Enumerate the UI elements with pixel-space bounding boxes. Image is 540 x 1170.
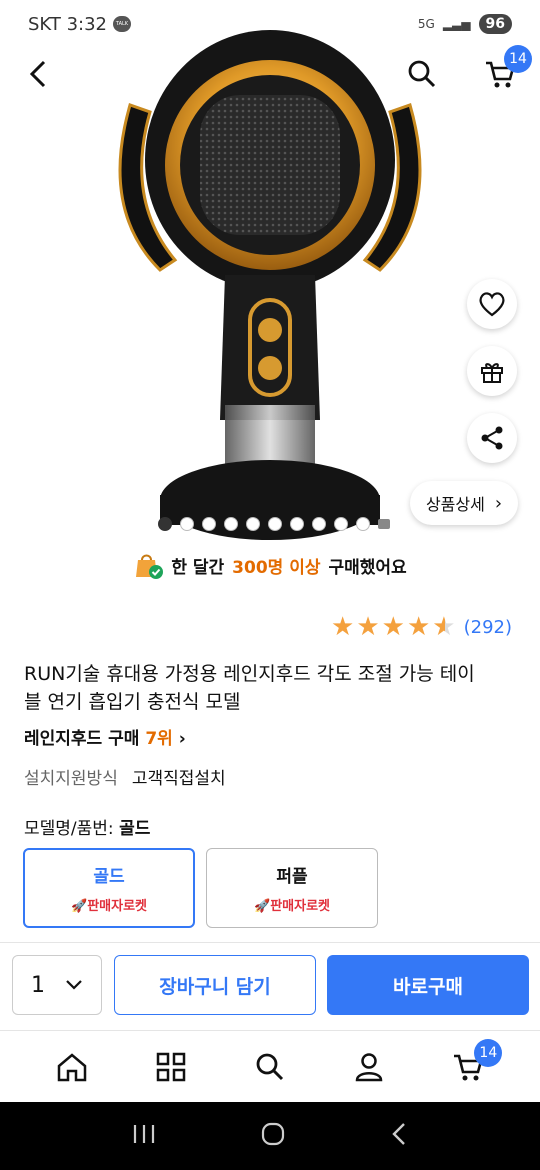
- carousel-dot[interactable]: [290, 517, 304, 531]
- product-detail-button[interactable]: 상품상세 ›: [410, 481, 518, 525]
- product-page: 상품상세 › SKT 3:32 TALK 5G ▂▃▅ 96 14 한 달간 3…: [0, 0, 540, 1170]
- add-to-cart-button[interactable]: 장바구니 담기: [114, 955, 316, 1015]
- carrier-label: SKT: [28, 13, 61, 35]
- rocket-badge: 🚀판매자로켓: [71, 899, 147, 914]
- recent-apps-icon: [133, 1125, 155, 1143]
- half-star-icon: ★: [432, 612, 456, 642]
- carousel-dot[interactable]: [224, 517, 238, 531]
- carousel-dot[interactable]: [180, 517, 194, 531]
- shopping-bag-icon: [136, 554, 164, 579]
- carousel-dot[interactable]: [202, 517, 216, 531]
- grid-icon: [156, 1052, 186, 1081]
- home-circle-icon: [261, 1122, 285, 1146]
- product-title: RUN기술 휴대용 가정용 레인지후드 각도 조절 가능 테이블 연기 흡입기 …: [24, 663, 475, 713]
- review-count[interactable]: (292): [464, 617, 512, 638]
- back-system-button[interactable]: [390, 1121, 408, 1151]
- back-arrow-icon: [29, 60, 46, 88]
- user-icon: [355, 1052, 383, 1081]
- nav-search[interactable]: [246, 1043, 294, 1091]
- quantity-select[interactable]: 1: [12, 955, 102, 1015]
- quantity-value: 1: [31, 972, 45, 998]
- cart-count-badge: 14: [474, 1038, 503, 1067]
- carousel-dot[interactable]: [268, 517, 282, 531]
- cart-button[interactable]: 14: [476, 45, 532, 98]
- recent-apps-button[interactable]: [132, 1123, 156, 1149]
- nav-cart[interactable]: 14: [444, 1038, 503, 1091]
- product-image: [118, 30, 422, 540]
- rating-summary[interactable]: ★ ★ ★ ★ ★ (292): [331, 614, 512, 640]
- back-button[interactable]: [14, 50, 62, 98]
- option-gold[interactable]: 골드 🚀판매자로켓: [23, 848, 195, 928]
- carousel-indicator: [158, 517, 390, 531]
- nav-my-account[interactable]: [345, 1043, 393, 1091]
- rank-prefix: 레인지후드 구매: [24, 729, 140, 749]
- chevron-right-icon: ›: [494, 492, 503, 514]
- purchase-suffix: 구매했어요: [328, 557, 407, 578]
- carousel-dot[interactable]: [334, 517, 348, 531]
- buy-now-button[interactable]: 바로구매: [327, 955, 529, 1015]
- install-info: 설치지원방식 고객직접설치: [24, 764, 226, 789]
- nav-categories[interactable]: [147, 1043, 195, 1091]
- star-icon: ★: [381, 612, 405, 642]
- install-key: 설치지원방식: [24, 769, 118, 789]
- model-info: 모델명/품번: 골드: [24, 814, 150, 839]
- purchase-highlight: 300명 이상: [232, 557, 321, 578]
- product-image-carousel[interactable]: 상품상세 ›: [0, 0, 540, 540]
- home-icon: [57, 1052, 86, 1081]
- product-detail-label: 상품상세: [425, 495, 485, 514]
- purchase-prefix: 한 달간: [171, 557, 225, 578]
- rocket-badge-label: 판매자로켓: [270, 899, 330, 914]
- star-icon: ★: [406, 612, 431, 642]
- option-name: 골드: [93, 867, 125, 887]
- purchase-action-bar: 1 장바구니 담기 바로구매: [0, 942, 540, 1030]
- status-bar: SKT 3:32 TALK 5G ▂▃▅ 96: [0, 0, 540, 48]
- purchase-count-banner: 한 달간 300명 이상 구매했어요: [0, 550, 540, 580]
- share-icon: [481, 426, 503, 450]
- time-label: 3:32: [66, 13, 107, 35]
- chevron-down-icon: [66, 980, 82, 990]
- rocket-badge: 🚀판매자로켓: [254, 899, 330, 914]
- nav-home[interactable]: [48, 1043, 96, 1091]
- carousel-dot[interactable]: [312, 517, 326, 531]
- search-button[interactable]: [398, 50, 446, 98]
- carousel-dot[interactable]: [356, 517, 370, 531]
- search-icon: [256, 1053, 284, 1080]
- heart-icon: [479, 292, 505, 317]
- bottom-navigation: 14: [0, 1030, 540, 1102]
- back-chevron-icon: [392, 1123, 405, 1145]
- network-indicator: 5G: [417, 17, 435, 31]
- carousel-dot[interactable]: [158, 517, 172, 531]
- option-name: 퍼플: [276, 867, 308, 887]
- carousel-dot[interactable]: [246, 517, 260, 531]
- share-button[interactable]: [467, 413, 517, 463]
- rocket-badge-label: 판매자로켓: [87, 899, 147, 914]
- search-icon: [408, 60, 436, 88]
- model-key: 모델명/품번:: [24, 819, 114, 839]
- model-value: 골드: [119, 819, 151, 839]
- signal-icon: ▂▃▅: [442, 17, 471, 31]
- option-purple[interactable]: 퍼플 🚀판매자로켓: [206, 848, 378, 928]
- gift-icon: [481, 363, 503, 383]
- star-icon: ★: [356, 612, 380, 642]
- wishlist-button[interactable]: [467, 279, 517, 329]
- chevron-right-icon: ›: [178, 729, 186, 749]
- home-system-button[interactable]: [260, 1121, 286, 1151]
- install-value: 고객직접설치: [131, 769, 226, 789]
- carousel-more-indicator: [378, 519, 390, 529]
- system-navigation-bar: [0, 1102, 540, 1170]
- category-rank-link[interactable]: 레인지후드 구매 7위 ›: [24, 724, 186, 749]
- talk-icon: TALK: [112, 16, 131, 32]
- carrier-time: SKT 3:32: [28, 14, 107, 35]
- rank-number: 7위: [145, 729, 173, 749]
- star-icon: ★: [331, 612, 355, 642]
- gift-button[interactable]: [467, 346, 517, 396]
- battery-indicator: 96: [478, 14, 512, 34]
- cart-count-badge: 14: [504, 45, 532, 73]
